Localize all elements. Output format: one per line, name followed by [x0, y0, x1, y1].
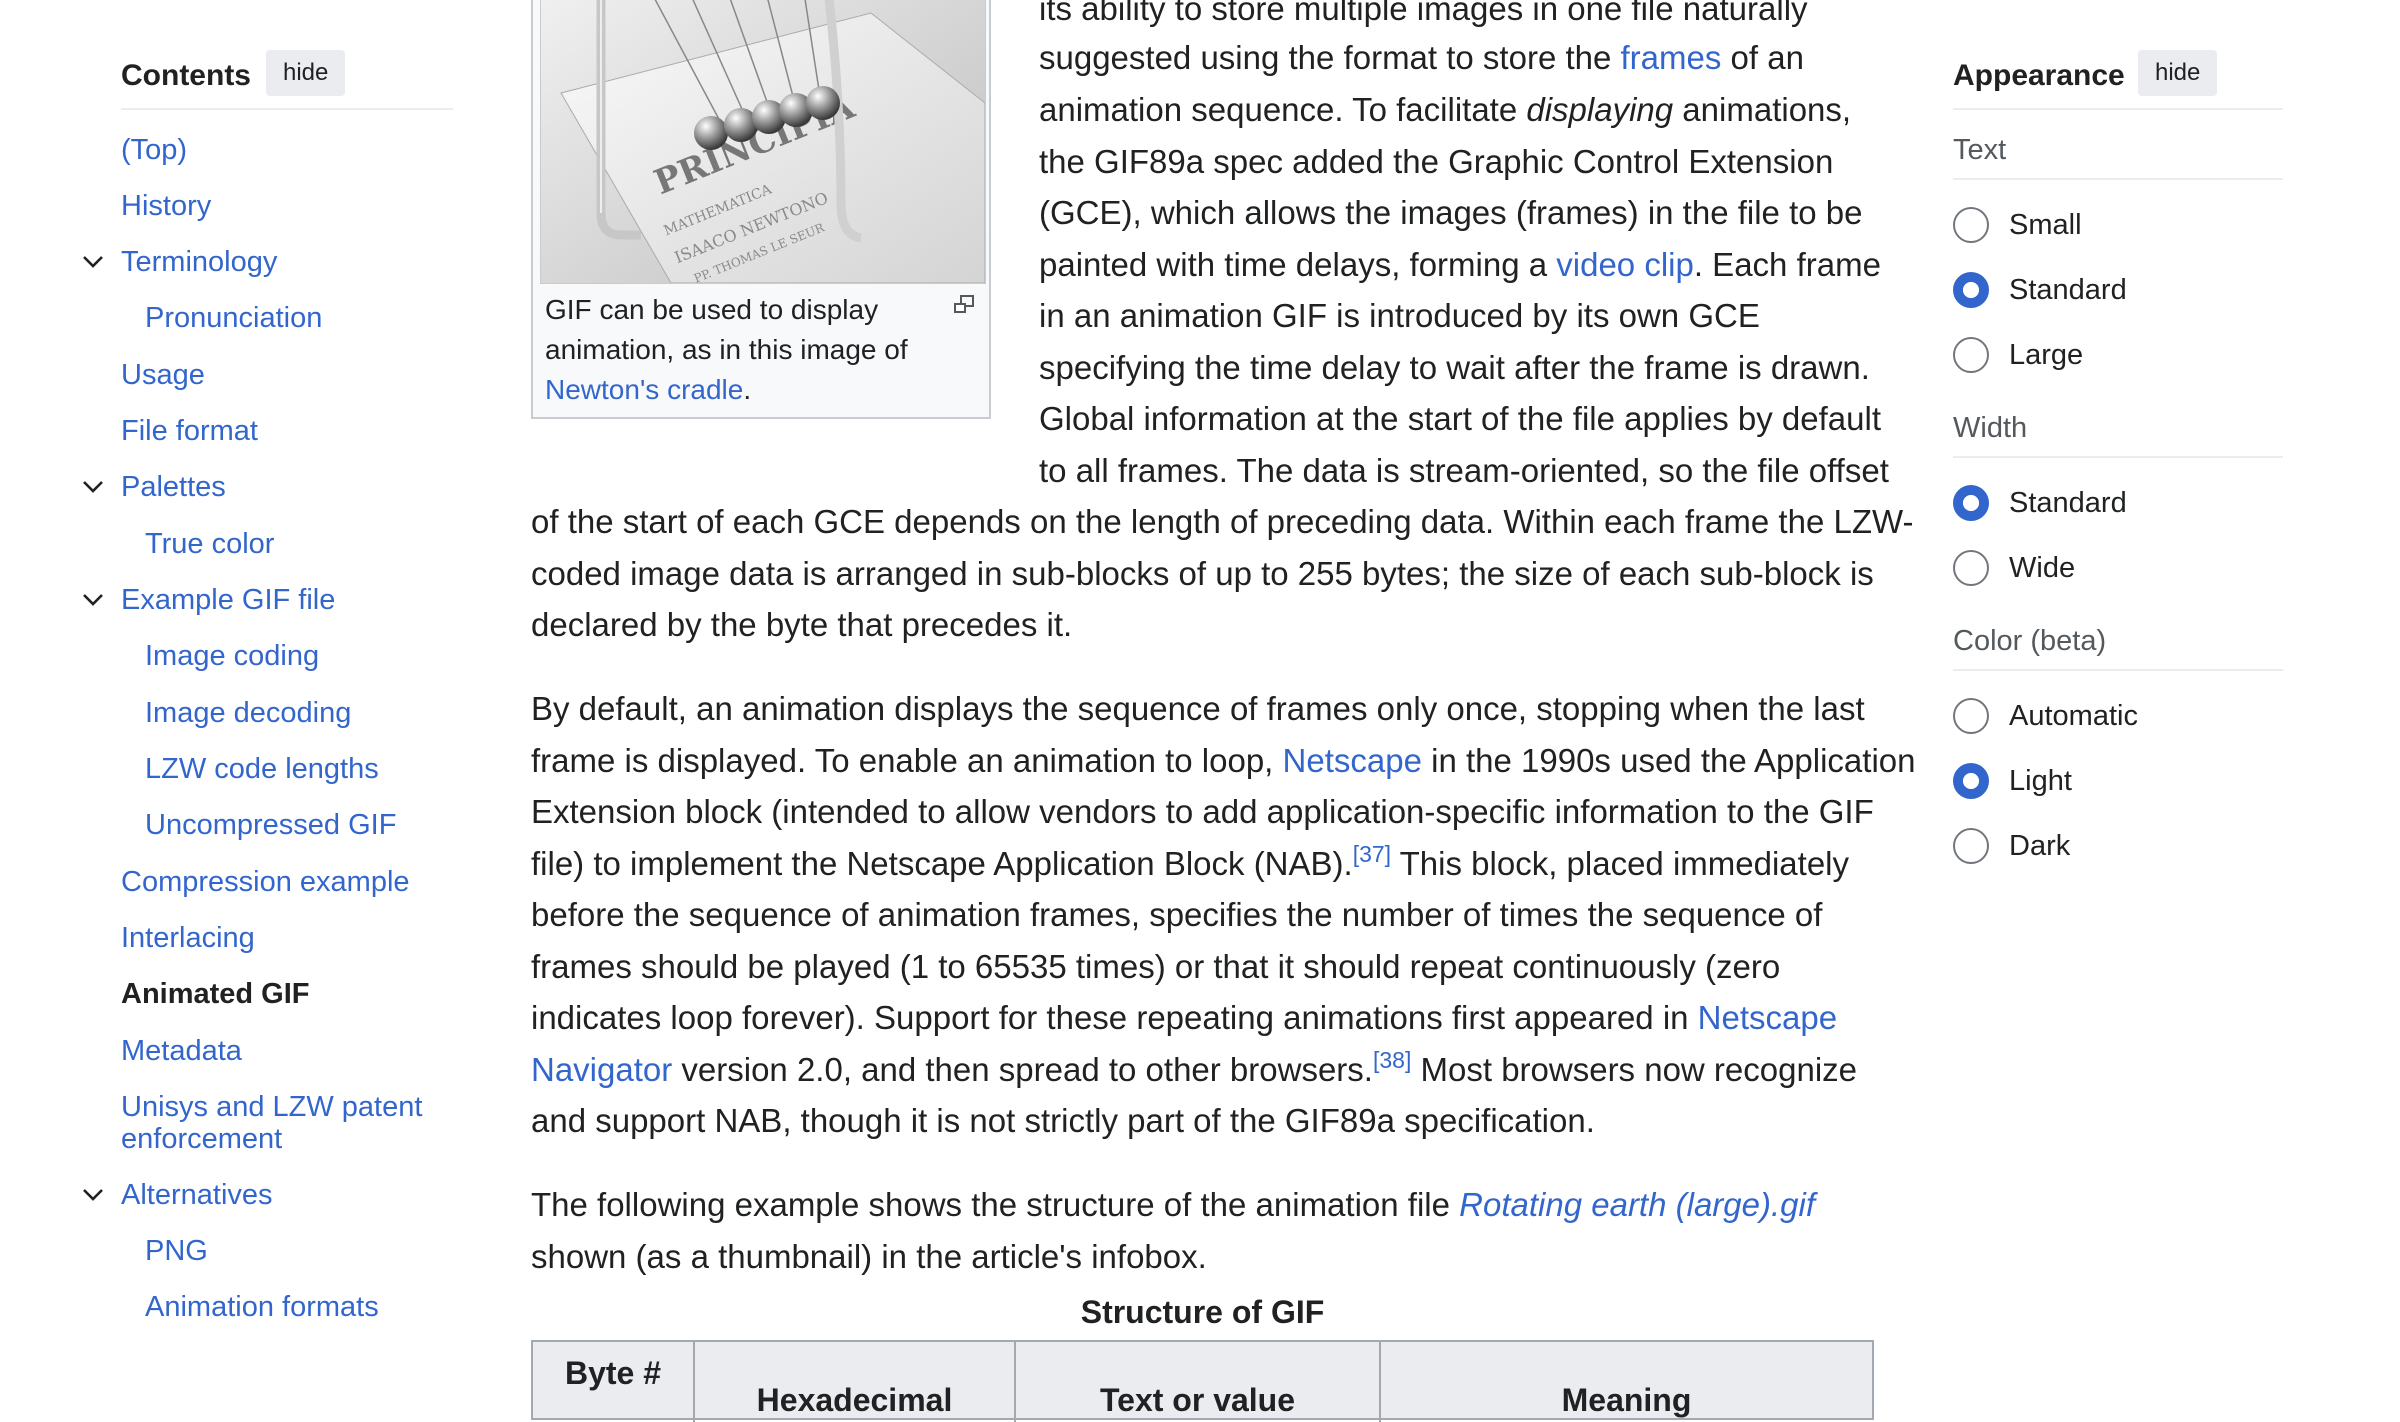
toc-item-animation-formats[interactable]: Animation formats: [145, 1291, 379, 1323]
radio-button[interactable]: [1953, 698, 1989, 734]
toc-item-file-format[interactable]: File format: [121, 415, 258, 447]
para2-line-8: Navigator version 2.0, and then spread t…: [531, 1047, 1858, 1089]
toc-item-png[interactable]: PNG: [145, 1235, 208, 1267]
toc-title: Contents: [121, 59, 251, 92]
netscape-navigator-link[interactable]: Netscape: [1698, 999, 1837, 1036]
toc-item-history[interactable]: History: [121, 190, 211, 222]
netscape-link[interactable]: Netscape: [1283, 742, 1422, 779]
toc-hide-button[interactable]: hide: [266, 50, 346, 96]
toc-header: Contents hide: [121, 50, 453, 110]
frames-link[interactable]: frames: [1621, 39, 1722, 76]
para1-line-9: Global information at the start of the f…: [1039, 400, 1881, 437]
para1-line-3: animation sequence. To facilitate displa…: [1039, 91, 1852, 128]
toc-item-unisys-lzw-patent-line2[interactable]: enforcement: [121, 1123, 282, 1155]
structure-table: Byte # Hexadecimal Text or value Meaning: [531, 1340, 1874, 1422]
toc-item-palettes[interactable]: Palettes: [121, 471, 226, 503]
para1-line-4: the GIF89a spec added the Graphic Contro…: [1039, 143, 1834, 180]
para1-line-10: to all frames. The data is stream-orient…: [1039, 452, 1889, 489]
para1-line-13: declared by the byte that precedes it.: [531, 606, 1073, 643]
table-header-text-value: Text or value: [1016, 1342, 1381, 1422]
para2-line-3: Extension block (intended to allow vendo…: [531, 793, 1874, 830]
para2-line-7: indicates loop forever). Support for the…: [531, 999, 1838, 1036]
color-label: Color (beta): [1953, 621, 2283, 671]
video-clip-link[interactable]: video clip: [1556, 246, 1694, 283]
newtons-cradle-link[interactable]: Newton's cradle: [545, 374, 743, 405]
appearance-hide-button[interactable]: hide: [2138, 50, 2218, 96]
toc-item-interlacing[interactable]: Interlacing: [121, 922, 255, 954]
para2-line-9: and support NAB, though it is not strict…: [531, 1102, 1595, 1139]
caption-line-2: animation, as in this image of: [545, 334, 908, 365]
chevron-down-icon[interactable]: [82, 588, 104, 610]
para1-line-5: (GCE), which allows the images (frames) …: [1039, 194, 1863, 231]
toc-item-metadata[interactable]: Metadata: [121, 1035, 242, 1067]
caption-line-1: GIF can be used to display: [545, 294, 879, 325]
toc-item-image-coding[interactable]: Image coding: [145, 640, 319, 672]
para1-line-8: specifying the time delay to wait after …: [1039, 349, 1870, 386]
para2-line-2: frame is displayed. To enable an animati…: [531, 742, 1916, 779]
para3-line-1: The following example shows the structur…: [531, 1186, 1816, 1223]
table-header-meaning: Meaning: [1561, 1382, 1692, 1418]
appearance-title: Appearance: [1953, 59, 2125, 92]
toc-item-pronunciation[interactable]: Pronunciation: [145, 302, 322, 334]
para1-line-12: coded image data is arranged in sub-bloc…: [531, 555, 1874, 592]
toc-item-terminology[interactable]: Terminology: [121, 246, 277, 278]
chevron-down-icon[interactable]: [82, 1183, 104, 1205]
para1-line-1: its ability to store multiple images in …: [1039, 0, 1808, 27]
radio-button[interactable]: [1953, 337, 1989, 373]
netscape-navigator-link-cont[interactable]: Navigator: [531, 1051, 672, 1088]
rotating-earth-link[interactable]: Rotating earth (large).gif: [1459, 1186, 1815, 1223]
toc-item-usage[interactable]: Usage: [121, 359, 205, 391]
toc-item-top[interactable]: (Top): [121, 134, 187, 166]
displaying-emphasis: displaying: [1526, 91, 1674, 128]
toc-item-compression-example[interactable]: Compression example: [121, 866, 410, 898]
chevron-down-icon[interactable]: [82, 250, 104, 272]
para1-line-2: suggested using the format to store the …: [1039, 39, 1804, 76]
toc-item-image-decoding[interactable]: Image decoding: [145, 697, 351, 729]
radio-button[interactable]: [1953, 550, 1989, 586]
radio-button-selected[interactable]: [1953, 485, 1989, 521]
toc-item-example-gif-file[interactable]: Example GIF file: [121, 584, 335, 616]
thumbnail-figure: PRINCIPIA MATHEMATICA ISAACO NEWTONO PP.…: [531, 0, 991, 419]
para1-line-7: in an animation GIF is introduced by its…: [1039, 297, 1760, 334]
toc-item-lzw-code-lengths[interactable]: LZW code lengths: [145, 753, 379, 785]
caption-end: .: [743, 374, 752, 405]
radio-button[interactable]: [1953, 207, 1989, 243]
para1-line-6: painted with time delays, forming a vide…: [1039, 246, 1881, 283]
figure-caption: GIF can be used to display animation, as…: [545, 290, 950, 410]
table-caption: Structure of GIF: [1080, 1294, 1325, 1330]
enlarge-icon[interactable]: [953, 294, 975, 316]
table-of-contents: Contents hide (Top) History Terminology …: [0, 0, 470, 1398]
para2-line-4: file) to implement the Netscape Applicat…: [531, 841, 1850, 883]
newtons-cradle-image[interactable]: PRINCIPIA MATHEMATICA ISAACO NEWTONO PP.…: [540, 0, 986, 284]
para1-line-11: of the start of each GCE depends on the …: [531, 503, 1914, 540]
para3-line-2: shown (as a thumbnail) in the article's …: [531, 1238, 1207, 1275]
toc-item-alternatives[interactable]: Alternatives: [121, 1179, 273, 1211]
radio-button[interactable]: [1953, 828, 1989, 864]
para2-line-1: By default, an animation displays the se…: [531, 690, 1865, 727]
toc-item-uncompressed-gif[interactable]: Uncompressed GIF: [145, 809, 396, 841]
article-content: PRINCIPIA MATHEMATICA ISAACO NEWTONO PP.…: [531, 0, 1916, 1422]
toc-item-animated-gif[interactable]: Animated GIF: [121, 978, 310, 1010]
text-size-label: Text: [1953, 130, 2283, 180]
citation-38-link[interactable]: [38]: [1373, 1047, 1411, 1073]
appearance-header: Appearance hide: [1953, 50, 2283, 110]
toc-item-unisys-lzw-patent[interactable]: Unisys and LZW patent: [121, 1091, 422, 1123]
appearance-panel: Appearance hide Text Small Standard Larg…: [1953, 0, 2283, 1000]
radio-button-selected[interactable]: [1953, 272, 1989, 308]
table-header-byte: Byte #: [533, 1342, 695, 1422]
para2-line-6: frames should be played (1 to 65535 time…: [531, 948, 1781, 985]
para2-line-5: before the sequence of animation frames,…: [531, 896, 1823, 933]
toc-item-true-color[interactable]: True color: [145, 528, 274, 560]
width-label: Width: [1953, 408, 2283, 458]
table-header-hex: Hexadecimal: [695, 1342, 1016, 1422]
radio-button-selected[interactable]: [1953, 763, 1989, 799]
citation-37-link[interactable]: [37]: [1353, 841, 1391, 867]
chevron-down-icon[interactable]: [82, 475, 104, 497]
